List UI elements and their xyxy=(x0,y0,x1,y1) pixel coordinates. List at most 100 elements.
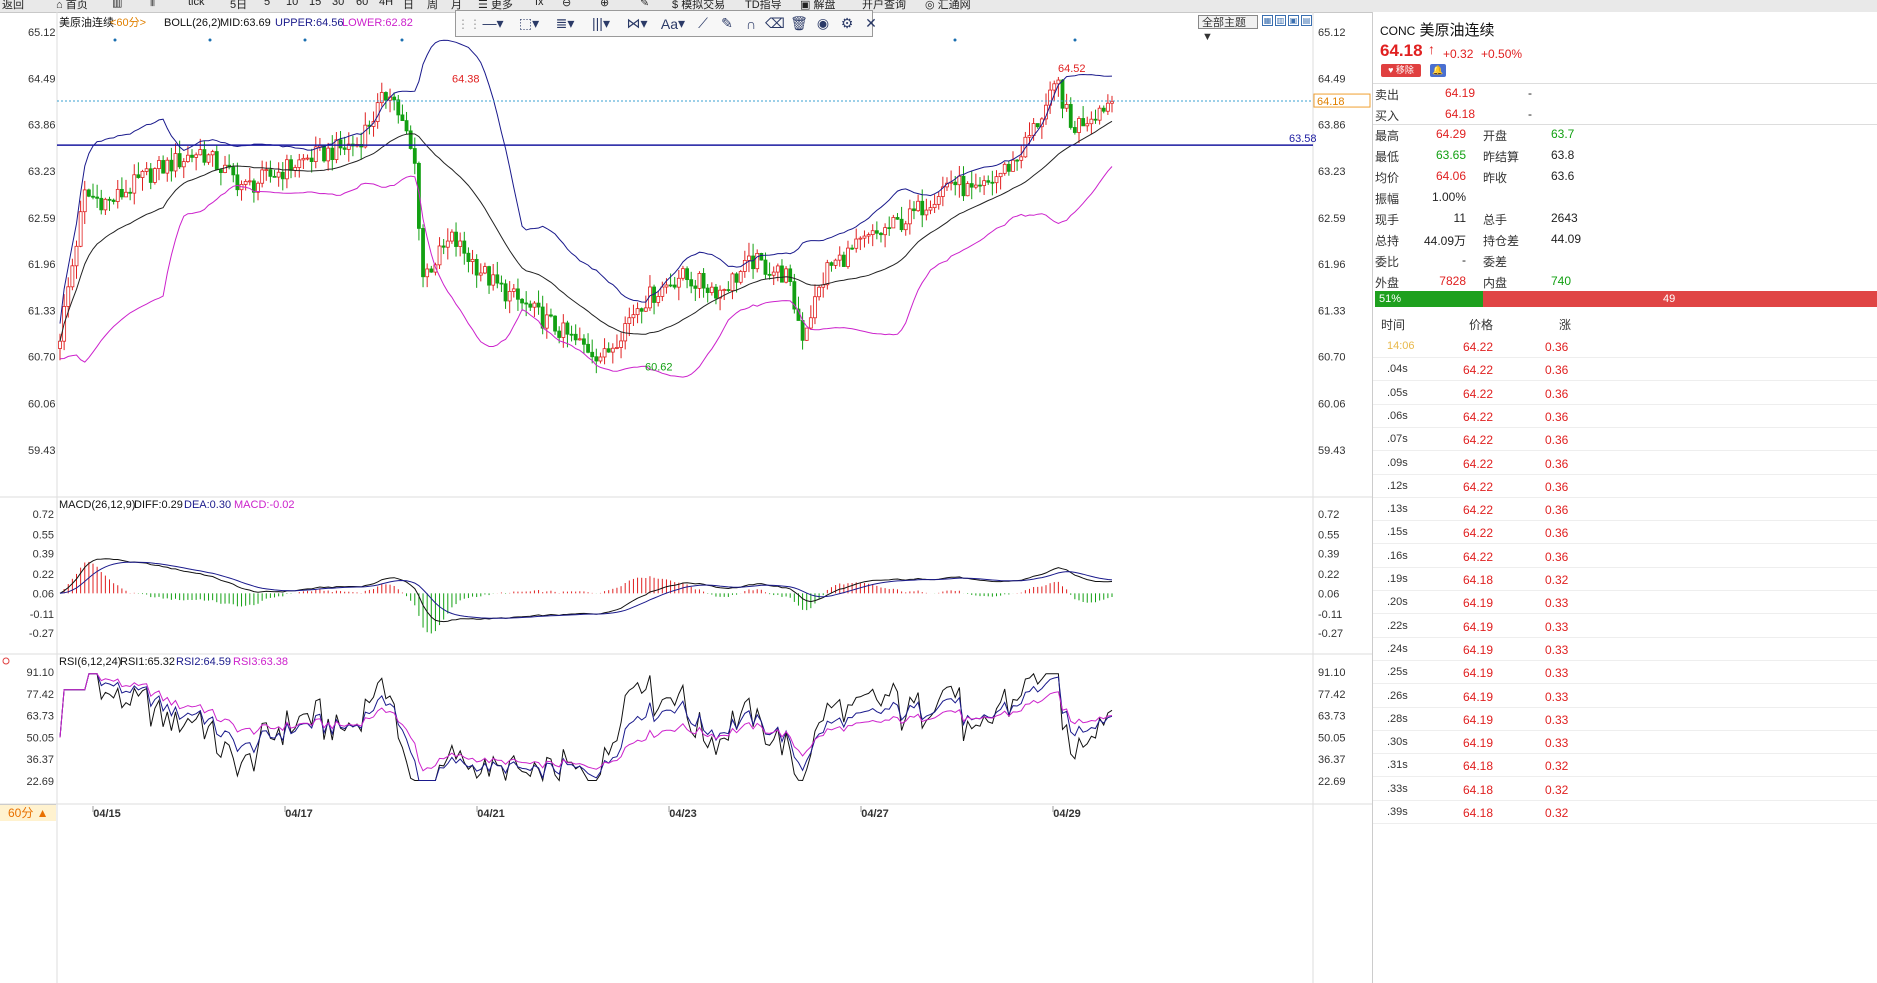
tick-row[interactable]: .15s 64.22 0.36 xyxy=(1373,521,1877,545)
tick-time: .05s xyxy=(1387,386,1408,399)
tick-row[interactable]: .22s 64.19 0.33 xyxy=(1373,615,1877,638)
tick-row[interactable]: .28s 64.19 0.33 xyxy=(1373,708,1877,731)
tick-row[interactable]: .13s 64.22 0.36 xyxy=(1373,498,1877,522)
y-tick-label-left: 60.70 xyxy=(28,352,56,364)
zoom-in-icon[interactable]: ⊕ xyxy=(600,0,609,9)
candle-body xyxy=(1019,156,1024,161)
period-5day[interactable]: 5日 xyxy=(230,0,247,12)
candle-body xyxy=(627,317,632,324)
event-dot xyxy=(953,38,957,42)
kline-icon[interactable]: ⫼ xyxy=(150,0,155,9)
theme-select[interactable]: 全部主题 ▼ xyxy=(1198,15,1258,43)
tick-button[interactable]: tick xyxy=(188,0,205,8)
line-tool-icon[interactable]: —▾ xyxy=(476,13,510,35)
up-arrow-icon: ↑ xyxy=(1428,41,1435,57)
candle-body xyxy=(272,175,277,178)
layout-grid-icon[interactable]: ▦ xyxy=(1262,15,1273,26)
period-5[interactable]: 5 xyxy=(264,0,270,8)
chart-area[interactable]: 65.12 65.12 64.49 64.49 63.86 63.86 63.23 63.23… xyxy=(0,12,1372,983)
candle-body xyxy=(887,227,892,230)
formula-icon[interactable]: fx xyxy=(535,0,544,8)
fib-tool-icon[interactable]: ≣▾ xyxy=(548,13,582,35)
back-button[interactable]: 返回 xyxy=(2,0,24,12)
candle-body xyxy=(619,340,623,348)
period-week[interactable]: 周 xyxy=(427,0,438,12)
candle-body xyxy=(470,258,475,262)
remove-favorite-button[interactable]: ♥ 移除 xyxy=(1381,64,1421,77)
candle-body xyxy=(190,154,194,158)
tick-time: .26s xyxy=(1387,689,1408,702)
period-30[interactable]: 30 xyxy=(332,0,344,8)
candle-body xyxy=(1093,118,1098,121)
candle-body xyxy=(194,154,199,158)
kline-chart[interactable]: 65.12 65.12 64.49 64.49 63.86 63.86 63.23 63.23… xyxy=(0,12,1372,983)
candle-body xyxy=(111,199,116,202)
close-icon[interactable]: ✕ xyxy=(860,13,882,35)
magnet-icon[interactable]: ∩ xyxy=(740,13,762,35)
eraser-icon[interactable]: ⌫ xyxy=(764,13,786,35)
tick-row[interactable]: .06s 64.22 0.36 xyxy=(1373,405,1877,428)
gear-icon[interactable]: ⚙ xyxy=(836,13,858,35)
rsi1-label: RSI1:65.32 xyxy=(120,656,175,668)
period-10[interactable]: 10 xyxy=(286,0,298,8)
tick-row[interactable]: .20s 64.19 0.33 xyxy=(1373,591,1877,615)
layout-image-icon[interactable]: ▣ xyxy=(1288,15,1299,26)
period-60[interactable]: 60 xyxy=(356,0,368,8)
tick-row[interactable]: .39s 64.18 0.32 xyxy=(1373,801,1877,824)
candle-body xyxy=(813,296,817,319)
tick-row[interactable]: .26s 64.19 0.33 xyxy=(1373,685,1877,708)
pattern-tool-icon[interactable]: ⋈▾ xyxy=(620,13,654,35)
tick-row[interactable]: .05s 64.22 0.36 xyxy=(1373,382,1877,405)
eye-icon[interactable]: ◉ xyxy=(812,13,834,35)
macd-y-tick-left: 0.22 xyxy=(33,569,54,581)
tick-row[interactable]: .07s 64.22 0.36 xyxy=(1373,428,1877,452)
home-button[interactable]: ⌂ 首页 xyxy=(56,0,88,12)
fx678-button[interactable]: ◎ 汇通网 xyxy=(925,0,971,12)
pencil-icon[interactable]: ✎ xyxy=(716,13,738,35)
candle-body xyxy=(144,168,149,172)
quote-label: 昨收 xyxy=(1483,171,1508,185)
layout-window-icon[interactable]: ▤ xyxy=(1301,15,1312,26)
boll-mid-label: MID:63.69 xyxy=(220,17,271,29)
tick-row[interactable]: .33s 64.18 0.32 xyxy=(1373,778,1877,801)
toolbar-grip-icon[interactable]: ⋮⋮ xyxy=(457,13,481,35)
tick-row[interactable]: .09s 64.22 0.36 xyxy=(1373,452,1877,475)
tick-row[interactable]: 14:06 64.22 0.36 xyxy=(1373,335,1877,358)
candle-body xyxy=(738,271,743,283)
y-tick-label-left: 63.23 xyxy=(28,166,56,178)
period-15[interactable]: 15 xyxy=(309,0,321,8)
candle-body xyxy=(202,149,207,163)
tick-row[interactable]: .31s 64.18 0.32 xyxy=(1373,754,1877,778)
rect-tool-icon[interactable]: ⬚▾ xyxy=(512,13,546,35)
tick-row[interactable]: .04s 64.22 0.36 xyxy=(1373,358,1877,382)
period-day[interactable]: 日 xyxy=(403,0,414,12)
tick-row[interactable]: .12s 64.22 0.36 xyxy=(1373,475,1877,498)
text-tool-icon[interactable]: Aa ▾ xyxy=(656,13,690,35)
candle-body xyxy=(536,302,541,308)
bell-icon[interactable]: 🔔 xyxy=(1430,64,1446,77)
candle-body xyxy=(181,161,186,168)
bars-tool-icon[interactable]: |||▾ xyxy=(584,13,618,35)
layout-split-icon[interactable]: ▥ xyxy=(1275,15,1286,26)
candle-body xyxy=(854,238,859,249)
tick-row[interactable]: .16s 64.22 0.36 xyxy=(1373,545,1877,568)
tick-time: .31s xyxy=(1387,759,1408,772)
draw-icon[interactable]: ✎ xyxy=(640,0,649,9)
tick-row[interactable]: .19s 64.18 0.32 xyxy=(1373,568,1877,591)
y-tick-label-right: 61.33 xyxy=(1318,305,1346,317)
period-4h[interactable]: 4H xyxy=(379,0,393,8)
period-selector[interactable]: 60分 ▲ xyxy=(0,804,56,821)
ruler-icon[interactable]: ⟋ xyxy=(692,13,714,35)
trash-icon[interactable]: 🗑 xyxy=(788,13,810,35)
minute-chart-icon[interactable]: ▥ xyxy=(112,0,122,9)
tick-row[interactable]: .24s 64.19 0.33 xyxy=(1373,638,1877,661)
candle-body xyxy=(425,268,430,278)
tick-row[interactable]: .30s 64.19 0.33 xyxy=(1373,731,1877,755)
tick-row[interactable]: .25s 64.19 0.33 xyxy=(1373,661,1877,685)
candle-body xyxy=(883,227,887,236)
zoom-out-icon[interactable]: ⊖ xyxy=(562,0,571,9)
rsi-y-tick-left: 22.69 xyxy=(26,776,54,788)
tick-change: 0.36 xyxy=(1545,340,1569,354)
last-price: 64.18 xyxy=(1380,41,1423,60)
tick-change: 0.33 xyxy=(1545,689,1569,704)
